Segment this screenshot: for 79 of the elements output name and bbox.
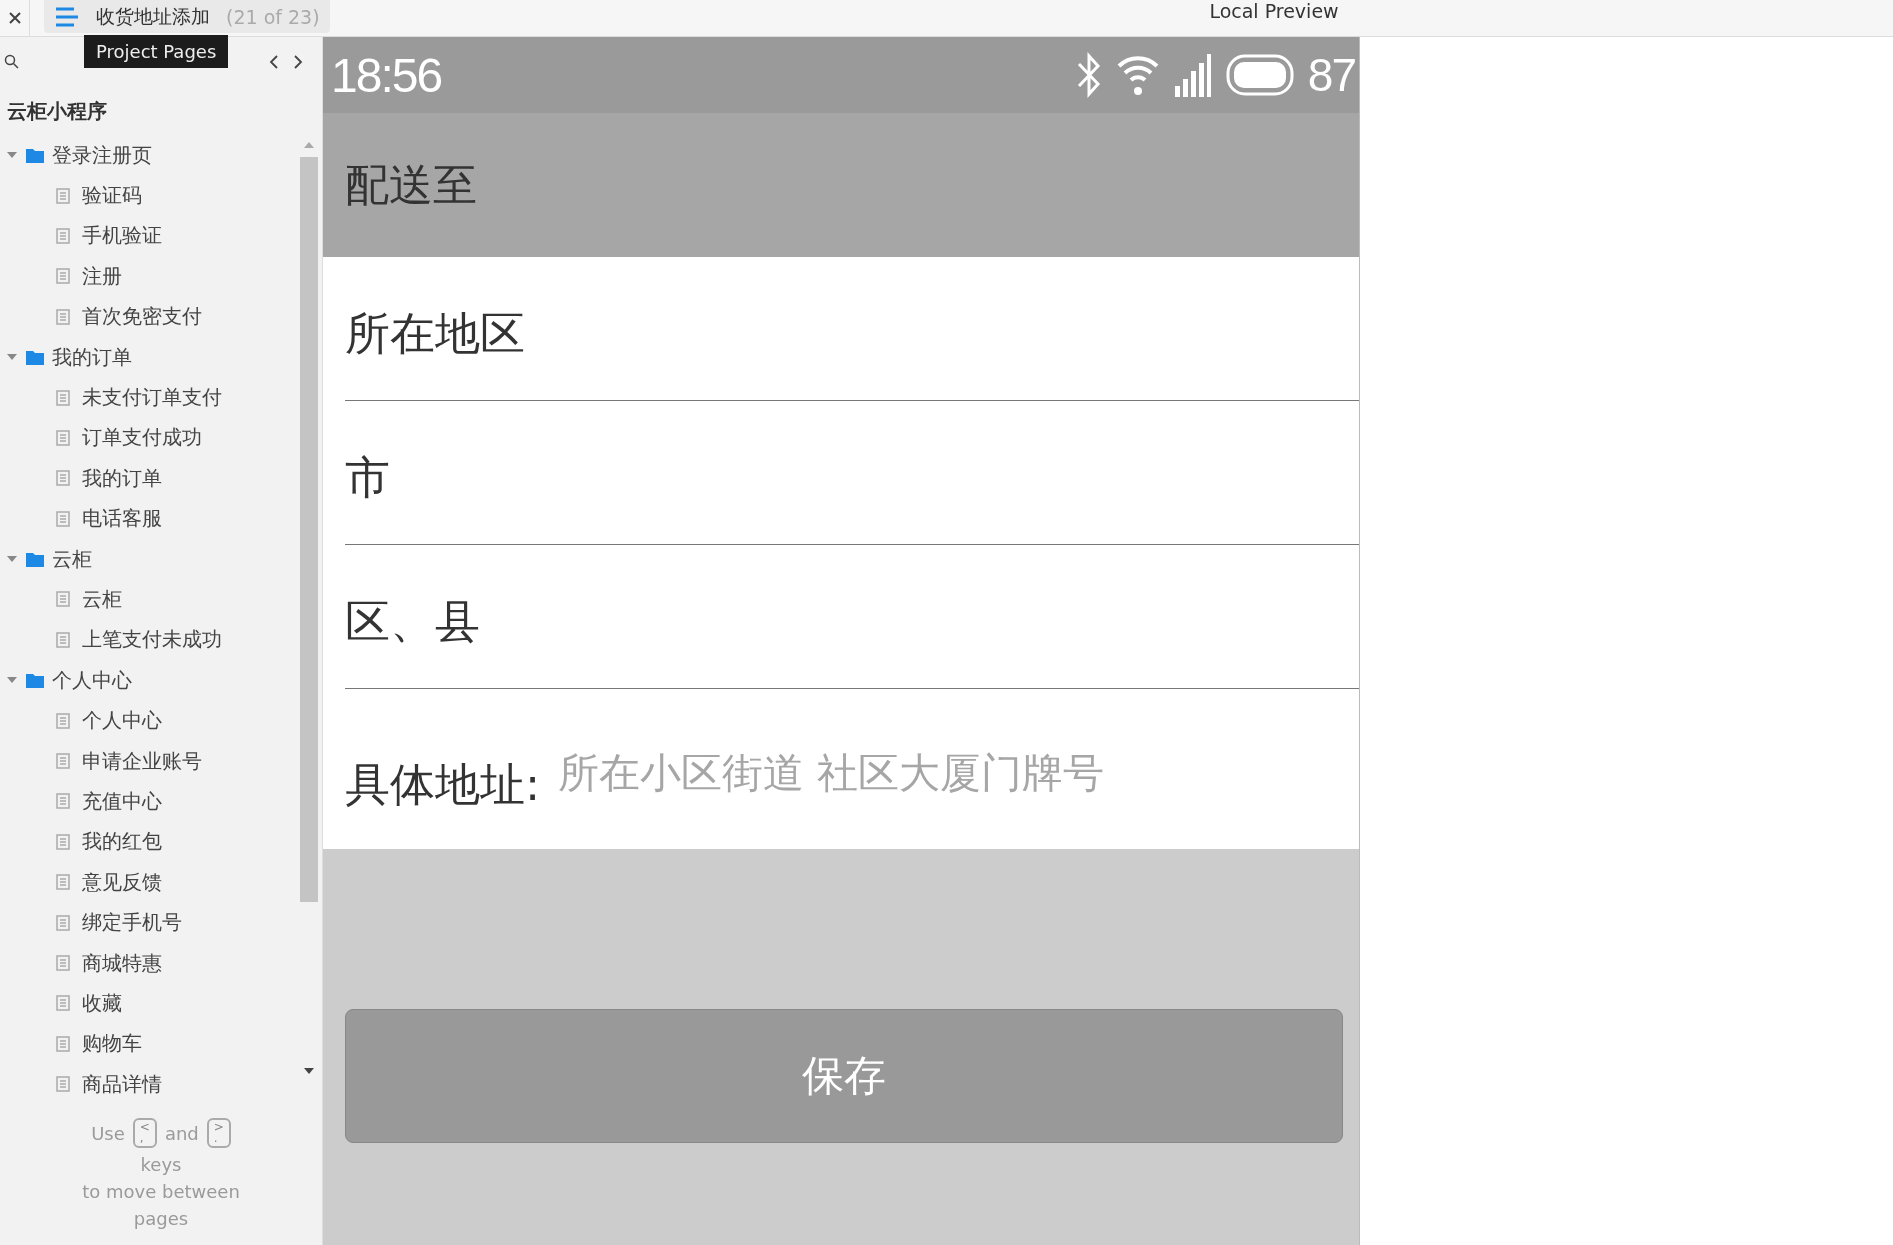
tooltip: Project Pages [84,35,229,68]
folder-item[interactable]: 登录注册页 [0,135,296,176]
page-item[interactable]: 我的红包 [0,821,296,863]
page-item[interactable]: 我的订单 [0,458,296,499]
window-title: Local Preview [1208,0,1340,22]
form-field[interactable]: 所在地区 [345,304,525,364]
folder-icon [26,551,44,567]
page-item[interactable]: 云柜 [0,579,296,620]
key-cap: > . [206,1118,231,1149]
battery-icon [1225,54,1294,96]
hint-text: keys [140,1154,182,1176]
key-cap: < , [132,1118,157,1149]
page-icon [56,793,70,810]
page-icon [56,510,70,527]
page-icon [56,914,70,931]
page-icon [56,389,70,406]
page-item[interactable]: 个人中心 [0,700,296,741]
page-item[interactable]: 充值中心 [0,781,296,822]
project-title: 云柜小程序 [6,98,108,125]
form-field[interactable]: 区、县 [345,592,480,652]
address-input[interactable]: 所在小区街道 社区大厦门牌号 [558,749,1119,797]
page-icon [56,631,70,648]
page-icon [56,1035,70,1052]
folder-icon [26,672,44,688]
battery-percentage: 87 [1307,48,1355,102]
page-item[interactable]: 收藏 [0,983,296,1024]
menu-icon [54,6,80,27]
page-icon [56,429,70,446]
page-icon [56,308,70,325]
field-label: 具体地址: [345,757,541,813]
header-title: 配送至 [345,157,477,212]
chevron-right-icon [292,53,304,71]
status-time: 18:56 [331,47,442,103]
folder-item[interactable]: 云柜 [0,538,296,580]
page-icon [56,874,70,891]
chevron-left-icon [268,53,280,71]
folder-icon [26,349,44,365]
bluetooth-icon [1075,50,1102,100]
folder-icon [26,147,44,163]
page-item[interactable]: 订单支付成功 [0,417,296,459]
page-counter: (21 of 23) [226,5,320,28]
hint-text: pages [133,1208,189,1230]
page-item[interactable]: 申请企业账号 [0,740,296,782]
search-icon[interactable] [4,54,20,70]
page-item[interactable]: 注册 [0,256,296,297]
page-item[interactable]: 首次免密支付 [0,296,296,337]
scroll-up-icon[interactable] [303,141,315,149]
page-icon [56,187,70,204]
page-icon [56,268,70,285]
page-icon [56,712,70,729]
page-item[interactable]: 绑定手机号 [0,902,296,943]
page-item[interactable]: 上笔支付未成功 [0,619,296,661]
page-icon [56,955,70,971]
signal-icon [1173,52,1212,98]
page-icon [56,753,70,770]
scroll-down-icon[interactable] [303,1067,315,1075]
page-icon [56,227,70,244]
hint-text: Use [91,1122,125,1144]
page-tab[interactable]: 收货地址添加 (21 of 23) [44,0,330,33]
page-icon [56,833,70,850]
close-icon [7,11,22,25]
folder-item[interactable]: 我的订单 [0,336,296,378]
hint-text: and [164,1122,199,1144]
tab-title: 收货地址添加 [96,3,210,29]
page-icon [56,591,70,608]
page-icon [56,1076,70,1093]
page-item[interactable]: 手机验证 [0,215,296,257]
page-item[interactable]: 意见反馈 [0,862,296,903]
page-item[interactable]: 未支付订单支付 [0,377,296,418]
page-item[interactable]: 电话客服 [0,498,296,539]
page-item[interactable]: 商城特惠 [0,942,296,984]
page-icon [56,995,70,1012]
page-icon [56,470,70,487]
folder-item[interactable]: 个人中心 [0,660,296,701]
page-item[interactable]: 商品详情 [0,1064,296,1105]
page-item[interactable]: 购物车 [0,1023,296,1064]
hint-text: to move between [82,1181,240,1203]
page-item[interactable]: 验证码 [0,175,296,216]
form-field[interactable]: 市 [345,448,390,508]
